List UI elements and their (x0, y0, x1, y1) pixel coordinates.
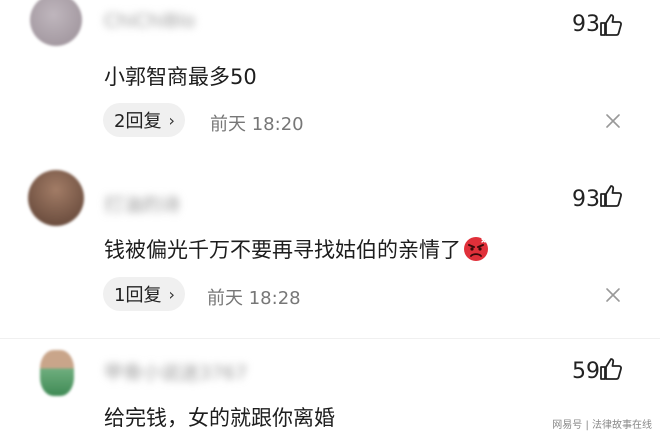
like-count: 93 (572, 187, 600, 212)
reply-label: 2回复 (114, 111, 162, 132)
avatar[interactable] (28, 170, 84, 226)
reply-label: 1回复 (114, 285, 162, 306)
reply-button[interactable]: 1回复 › (103, 277, 185, 311)
close-icon[interactable] (604, 112, 622, 130)
comment-item: 打油的诗 93 钱被偏光千万不要再寻找姑伯的亲情了 1回复 › 前天 18:28 (0, 160, 660, 338)
watermark: 网易号 | 法律故事在线 (552, 420, 652, 431)
timestamp: 前天 18:28 (207, 288, 301, 309)
comment-item: ChiChiBlo 93 小郭智商最多50 2回复 › 前天 18:20 (0, 0, 660, 160)
close-icon[interactable] (604, 286, 622, 304)
username[interactable]: 甲骨小说迷3767 (104, 358, 247, 385)
avatar[interactable] (30, 0, 82, 46)
comment-text: 钱被偏光千万不要再寻找姑伯的亲情了 (104, 234, 489, 264)
like-count: 59 (572, 359, 600, 384)
comment-text: 给完钱，女的就跟你离婚 (104, 406, 335, 430)
comment-text-content: 钱被偏光千万不要再寻找姑伯的亲情了 (104, 238, 461, 262)
reply-button[interactable]: 2回复 › (103, 103, 185, 137)
thumbs-up-icon[interactable] (598, 12, 624, 38)
avatar[interactable] (40, 350, 74, 396)
like-count: 93 (572, 12, 600, 37)
chevron-right-icon: › (168, 284, 175, 304)
timestamp: 前天 18:20 (210, 114, 304, 135)
angry-face-icon (464, 237, 488, 261)
thumbs-up-icon[interactable] (598, 356, 624, 382)
chevron-right-icon: › (168, 110, 175, 130)
username[interactable]: 打油的诗 (104, 190, 180, 217)
comment-text: 小郭智商最多50 (104, 65, 257, 89)
username[interactable]: ChiChiBlo (104, 10, 195, 32)
thumbs-up-icon[interactable] (598, 183, 624, 209)
